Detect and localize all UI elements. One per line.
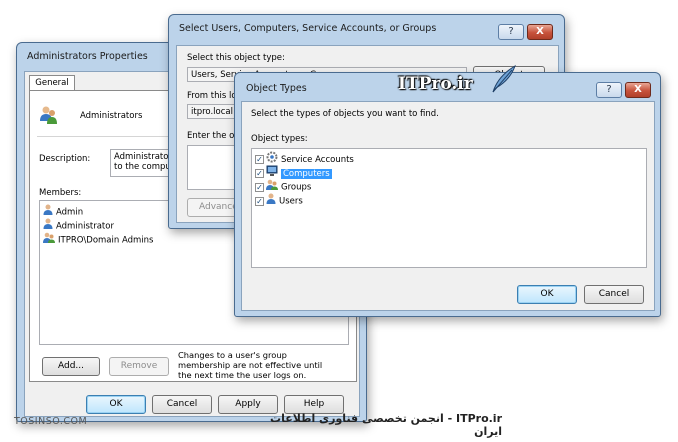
feather-icon bbox=[490, 64, 518, 97]
add-button[interactable]: Add... bbox=[42, 357, 100, 376]
list-item[interactable]: ITPRO\Domain Admins bbox=[43, 232, 154, 248]
item-label-selected: Computers bbox=[281, 169, 332, 179]
list-item[interactable]: ✓ Groups bbox=[255, 179, 312, 193]
checkbox-checked-icon[interactable]: ✓ bbox=[255, 155, 264, 164]
object-types-label: Object types: bbox=[251, 134, 308, 144]
footer-site-text: TOSINSO.COM bbox=[14, 416, 88, 427]
footer-forum-text: ITPro.ir - انجمن تخصصی فناوری اطلاعات ای… bbox=[270, 412, 502, 438]
object-types-window: Object Types ? X Select the types of obj… bbox=[234, 72, 661, 317]
checkbox-checked-icon[interactable]: ✓ bbox=[255, 196, 264, 206]
ok-button[interactable]: OK bbox=[517, 285, 577, 304]
description-label: Description: bbox=[39, 154, 91, 164]
tab-general[interactable]: General bbox=[29, 75, 75, 91]
user-icon bbox=[266, 193, 276, 209]
member-name: Administrator bbox=[56, 221, 114, 232]
member-name: Admin bbox=[56, 207, 84, 218]
checkbox-checked-icon[interactable]: ✓ bbox=[255, 182, 264, 192]
members-label: Members: bbox=[39, 188, 82, 198]
object-types-client-area: Select the types of objects you want to … bbox=[241, 101, 655, 311]
group-icon bbox=[43, 232, 55, 248]
ok-button[interactable]: OK bbox=[86, 395, 146, 414]
list-item[interactable]: Admin bbox=[43, 204, 84, 218]
member-name: ITPRO\Domain Admins bbox=[58, 235, 154, 246]
list-item[interactable]: ✓ Users bbox=[255, 193, 303, 209]
group-name: Administrators bbox=[80, 111, 143, 121]
object-types-list[interactable]: ✓ Service Accounts ✓ Computers ✓ Groups ✓ Us… bbox=[251, 148, 647, 268]
object-type-label: Select this object type: bbox=[187, 53, 285, 63]
checkbox-checked-icon[interactable]: ✓ bbox=[255, 169, 264, 178]
item-label: Users bbox=[279, 196, 303, 207]
remove-button[interactable]: Remove bbox=[109, 357, 169, 376]
help-title-button[interactable]: ? bbox=[498, 24, 524, 40]
cancel-button[interactable]: Cancel bbox=[152, 395, 212, 414]
list-item[interactable]: ✓ Computers bbox=[255, 165, 332, 179]
group-icon bbox=[39, 105, 59, 128]
close-title-button[interactable]: X bbox=[625, 82, 651, 98]
enter-names-label: Enter the ob bbox=[187, 131, 240, 141]
window-title: Object Types bbox=[246, 83, 307, 94]
window-title: Administrators Properties bbox=[27, 51, 148, 62]
membership-note: Changes to a user's group membership are… bbox=[178, 350, 323, 380]
item-label: Groups bbox=[281, 182, 312, 193]
cancel-button[interactable]: Cancel bbox=[584, 285, 644, 304]
help-title-button[interactable]: ? bbox=[596, 82, 622, 98]
instruction-text: Select the types of objects you want to … bbox=[251, 109, 439, 119]
list-item[interactable]: Administrator bbox=[43, 218, 114, 232]
item-label: Service Accounts bbox=[281, 155, 354, 165]
close-title-button[interactable]: X bbox=[527, 24, 553, 40]
list-item[interactable]: ✓ Service Accounts bbox=[255, 151, 354, 165]
window-title: Select Users, Computers, Service Account… bbox=[179, 23, 437, 34]
itpro-logo: ITPro.ir bbox=[398, 74, 473, 94]
